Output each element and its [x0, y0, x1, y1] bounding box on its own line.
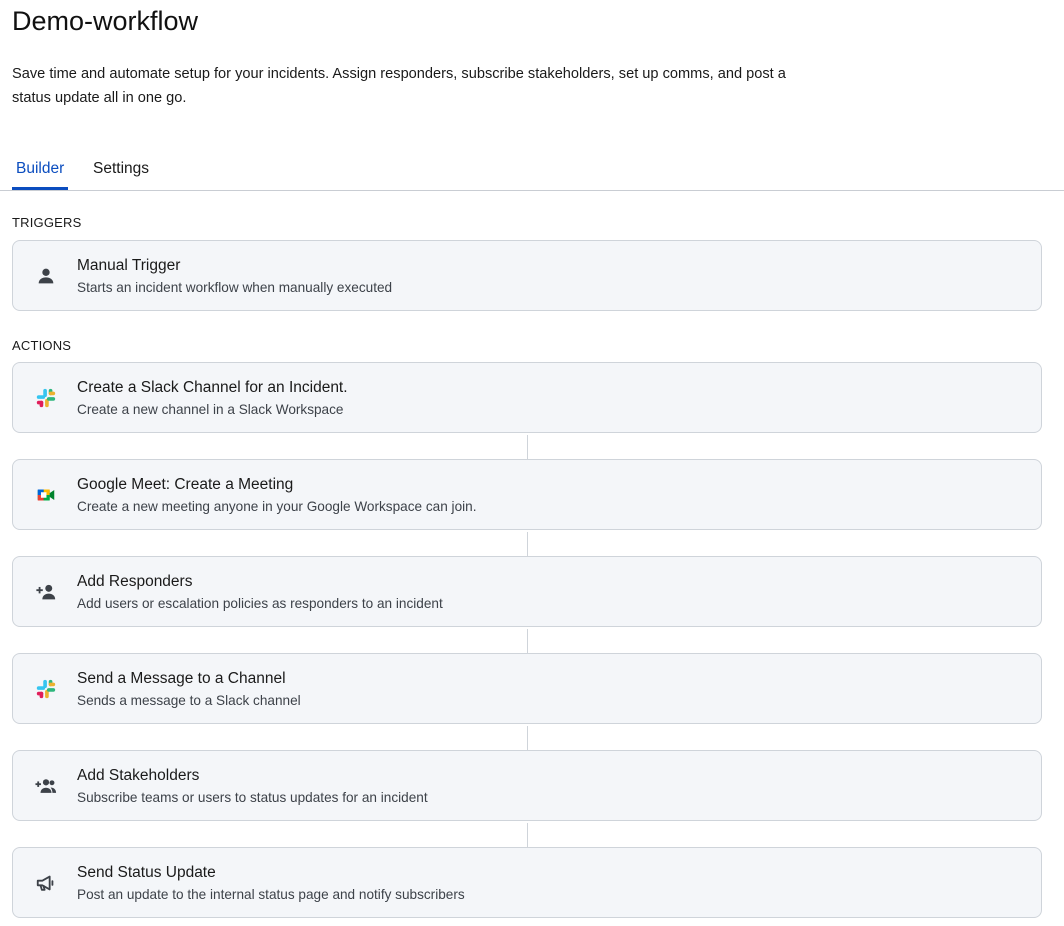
- card-subtitle: Create a new channel in a Slack Workspac…: [77, 402, 344, 417]
- connector-line: [527, 823, 528, 847]
- card-subtitle: Starts an incident workflow when manuall…: [77, 280, 393, 295]
- connector-line: [527, 629, 528, 653]
- card-title: Add Stakeholders: [77, 767, 200, 784]
- actions-section-label: ACTIONS: [12, 338, 72, 353]
- page-title: Demo-workflow: [12, 6, 199, 36]
- action-card-send-status-update[interactable]: Send Status Update Post an update to the…: [12, 847, 1042, 918]
- card-title: Manual Trigger: [77, 257, 181, 274]
- connector-line: [527, 532, 528, 556]
- action-card-add-responders[interactable]: Add Responders Add users or escalation p…: [12, 556, 1042, 627]
- action-card-google-meet[interactable]: Google Meet: Create a Meeting Create a n…: [12, 459, 1042, 530]
- card-subtitle: Post an update to the internal status pa…: [77, 887, 465, 902]
- page-description: Save time and automate setup for your in…: [12, 66, 786, 106]
- card-subtitle: Create a new meeting anyone in your Goog…: [77, 499, 477, 514]
- add-person-icon: [36, 584, 56, 600]
- google-meet-icon: [37, 489, 55, 501]
- person-icon: [38, 268, 54, 284]
- connector-line: [527, 435, 528, 459]
- tab-settings[interactable]: Settings: [89, 150, 153, 188]
- tab-builder[interactable]: Builder: [12, 150, 69, 190]
- connector-line: [527, 726, 528, 750]
- slack-icon: [36, 679, 56, 699]
- add-group-icon: [35, 779, 57, 793]
- tab-bar: Builder Settings: [0, 150, 1064, 191]
- slack-icon: [36, 388, 56, 408]
- action-card-create-slack-channel[interactable]: Create a Slack Channel for an Incident. …: [12, 362, 1042, 433]
- megaphone-icon: [36, 875, 54, 891]
- trigger-card-manual[interactable]: Manual Trigger Starts an incident workfl…: [12, 240, 1042, 311]
- action-card-send-message[interactable]: Send a Message to a Channel Sends a mess…: [12, 653, 1042, 724]
- card-title: Create a Slack Channel for an Incident.: [77, 379, 348, 396]
- card-title: Add Responders: [77, 573, 193, 590]
- card-title: Send a Message to a Channel: [77, 670, 286, 687]
- card-title: Google Meet: Create a Meeting: [77, 476, 294, 493]
- triggers-section-label: TRIGGERS: [12, 215, 82, 230]
- action-card-add-stakeholders[interactable]: Add Stakeholders Subscribe teams or user…: [12, 750, 1042, 821]
- card-subtitle: Sends a message to a Slack channel: [77, 693, 301, 708]
- card-subtitle: Subscribe teams or users to status updat…: [77, 790, 428, 805]
- card-title: Send Status Update: [77, 864, 216, 881]
- card-subtitle: Add users or escalation policies as resp…: [77, 596, 443, 611]
